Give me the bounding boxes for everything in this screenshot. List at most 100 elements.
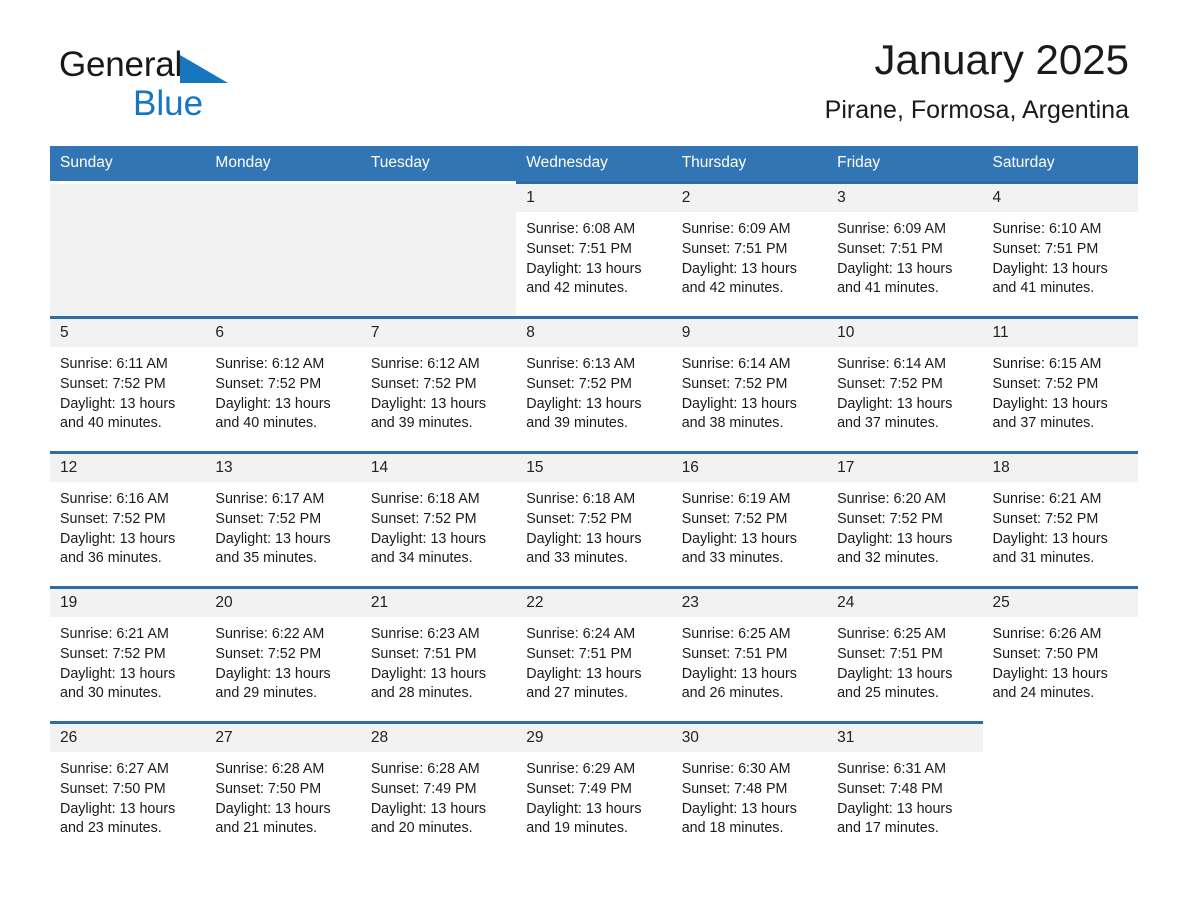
calendar-body: 1 Sunrise: 6:08 AM Sunset: 7:51 PM Dayli… xyxy=(50,181,1138,858)
day-cell[interactable]: 4 Sunrise: 6:10 AM Sunset: 7:51 PM Dayli… xyxy=(982,181,1138,318)
day-number: 2 xyxy=(671,184,828,212)
sunrise-text: Sunrise: 6:12 AM xyxy=(370,356,480,372)
day-cell[interactable]: 2 Sunrise: 6:09 AM Sunset: 7:51 PM Dayli… xyxy=(671,181,828,318)
sunset-text: Sunset: 7:51 PM xyxy=(992,240,1099,257)
day-cell-empty xyxy=(50,181,206,318)
sunrise-text: Sunrise: 6:30 AM xyxy=(681,761,791,777)
sunset-text: Sunset: 7:48 PM xyxy=(681,780,788,797)
day-cell[interactable]: 25 Sunrise: 6:26 AM Sunset: 7:50 PM Dayl… xyxy=(982,586,1138,723)
day-number: 7 xyxy=(360,319,517,347)
day-cell[interactable]: 17 Sunrise: 6:20 AM Sunset: 7:52 PM Dayl… xyxy=(827,451,983,588)
day-cell[interactable]: 10 Sunrise: 6:14 AM Sunset: 7:52 PM Dayl… xyxy=(827,316,983,453)
day-cell[interactable]: 7 Sunrise: 6:12 AM Sunset: 7:52 PM Dayli… xyxy=(360,316,517,453)
sunset-text: Sunset: 7:49 PM xyxy=(526,780,632,797)
day-cell[interactable]: 22 Sunrise: 6:24 AM Sunset: 7:51 PM Dayl… xyxy=(516,586,672,723)
daylight-text: Daylight: 13 hours and 21 minutes. xyxy=(215,800,331,837)
title-block: January 2025 Pirane, Formosa, Argentina xyxy=(824,36,1129,125)
day-cell[interactable]: 15 Sunrise: 6:18 AM Sunset: 7:52 PM Dayl… xyxy=(516,451,672,588)
sunset-text: Sunset: 7:52 PM xyxy=(215,645,322,662)
day-cell[interactable]: 31 Sunrise: 6:31 AM Sunset: 7:48 PM Dayl… xyxy=(827,721,983,858)
day-cell[interactable]: 12 Sunrise: 6:16 AM Sunset: 7:52 PM Dayl… xyxy=(50,451,206,588)
month-calendar: Sunday Monday Tuesday Wednesday Thursday… xyxy=(50,146,1138,858)
day-cell[interactable]: 3 Sunrise: 6:09 AM Sunset: 7:51 PM Dayli… xyxy=(827,181,983,318)
day-cell[interactable]: 5 Sunrise: 6:11 AM Sunset: 7:52 PM Dayli… xyxy=(50,316,206,453)
sunrise-text: Sunrise: 6:29 AM xyxy=(526,761,636,777)
day-cell[interactable]: 30 Sunrise: 6:30 AM Sunset: 7:48 PM Dayl… xyxy=(671,721,828,858)
weekday-header-tuesday: Tuesday xyxy=(360,146,517,183)
day-cell[interactable]: 16 Sunrise: 6:19 AM Sunset: 7:52 PM Dayl… xyxy=(671,451,828,588)
day-cell[interactable]: 9 Sunrise: 6:14 AM Sunset: 7:52 PM Dayli… xyxy=(671,316,828,453)
day-number xyxy=(50,184,206,212)
sunset-text: Sunset: 7:51 PM xyxy=(526,645,632,662)
day-number: 25 xyxy=(982,589,1138,617)
generalblue-logo[interactable]: General Blue xyxy=(59,47,299,123)
day-number: 16 xyxy=(671,454,828,482)
daylight-text: Daylight: 13 hours and 42 minutes. xyxy=(681,260,797,297)
weekday-header-row: Sunday Monday Tuesday Wednesday Thursday… xyxy=(50,146,1138,183)
day-info: Sunrise: 6:22 AM Sunset: 7:52 PM Dayligh… xyxy=(205,617,360,704)
daylight-text: Daylight: 13 hours and 25 minutes. xyxy=(837,665,953,702)
day-info: Sunrise: 6:15 AM Sunset: 7:52 PM Dayligh… xyxy=(983,347,1138,434)
sunset-text: Sunset: 7:52 PM xyxy=(526,375,632,392)
day-cell[interactable]: 19 Sunrise: 6:21 AM Sunset: 7:52 PM Dayl… xyxy=(50,586,206,723)
weekday-header-saturday: Saturday xyxy=(982,146,1138,183)
daylight-text: Daylight: 13 hours and 36 minutes. xyxy=(60,530,176,567)
day-cell[interactable]: 11 Sunrise: 6:15 AM Sunset: 7:52 PM Dayl… xyxy=(982,316,1138,453)
page-title: January 2025 xyxy=(874,36,1129,83)
sunset-text: Sunset: 7:50 PM xyxy=(60,780,166,797)
day-info: Sunrise: 6:10 AM Sunset: 7:51 PM Dayligh… xyxy=(983,212,1138,299)
day-number: 5 xyxy=(50,319,206,347)
day-cell[interactable]: 26 Sunrise: 6:27 AM Sunset: 7:50 PM Dayl… xyxy=(50,721,206,858)
day-number: 24 xyxy=(827,589,983,617)
daylight-text: Daylight: 13 hours and 40 minutes. xyxy=(60,395,176,432)
weekday-header-thursday: Thursday xyxy=(671,146,828,183)
day-cell[interactable]: 23 Sunrise: 6:25 AM Sunset: 7:51 PM Dayl… xyxy=(671,586,828,723)
sunset-text: Sunset: 7:52 PM xyxy=(215,510,322,527)
daylight-text: Daylight: 13 hours and 20 minutes. xyxy=(370,800,487,837)
day-number: 6 xyxy=(205,319,361,347)
sunrise-text: Sunrise: 6:21 AM xyxy=(60,626,169,642)
calendar-week-row: 5 Sunrise: 6:11 AM Sunset: 7:52 PM Dayli… xyxy=(50,316,1138,453)
day-info: Sunrise: 6:25 AM Sunset: 7:51 PM Dayligh… xyxy=(672,617,827,704)
day-number: 3 xyxy=(827,184,983,212)
day-cell[interactable]: 18 Sunrise: 6:21 AM Sunset: 7:52 PM Dayl… xyxy=(982,451,1138,588)
day-cell[interactable]: 13 Sunrise: 6:17 AM Sunset: 7:52 PM Dayl… xyxy=(205,451,361,588)
daylight-text: Daylight: 13 hours and 17 minutes. xyxy=(837,800,953,837)
day-cell-empty xyxy=(205,181,361,318)
day-info: Sunrise: 6:18 AM Sunset: 7:52 PM Dayligh… xyxy=(361,482,516,569)
day-cell[interactable]: 21 Sunrise: 6:23 AM Sunset: 7:51 PM Dayl… xyxy=(360,586,517,723)
sunset-text: Sunset: 7:52 PM xyxy=(526,510,632,527)
day-cell[interactable]: 27 Sunrise: 6:28 AM Sunset: 7:50 PM Dayl… xyxy=(205,721,361,858)
daylight-text: Daylight: 13 hours and 33 minutes. xyxy=(526,530,642,567)
day-number: 10 xyxy=(827,319,983,347)
sunrise-text: Sunrise: 6:26 AM xyxy=(992,626,1102,642)
sunset-text: Sunset: 7:52 PM xyxy=(60,645,166,662)
day-cell[interactable]: 28 Sunrise: 6:28 AM Sunset: 7:49 PM Dayl… xyxy=(360,721,517,858)
day-cell[interactable]: 1 Sunrise: 6:08 AM Sunset: 7:51 PM Dayli… xyxy=(516,181,672,318)
day-cell[interactable]: 29 Sunrise: 6:29 AM Sunset: 7:49 PM Dayl… xyxy=(516,721,672,858)
sunrise-text: Sunrise: 6:24 AM xyxy=(526,626,636,642)
day-info: Sunrise: 6:28 AM Sunset: 7:49 PM Dayligh… xyxy=(361,752,516,839)
page-subtitle: Pirane, Formosa, Argentina xyxy=(824,96,1129,125)
daylight-text: Daylight: 13 hours and 41 minutes. xyxy=(992,260,1108,297)
day-cell[interactable]: 14 Sunrise: 6:18 AM Sunset: 7:52 PM Dayl… xyxy=(360,451,517,588)
sunrise-text: Sunrise: 6:09 AM xyxy=(681,221,791,237)
daylight-text: Daylight: 13 hours and 26 minutes. xyxy=(681,665,797,702)
day-info: Sunrise: 6:28 AM Sunset: 7:50 PM Dayligh… xyxy=(205,752,360,839)
day-info: Sunrise: 6:21 AM Sunset: 7:52 PM Dayligh… xyxy=(50,617,205,704)
sunrise-text: Sunrise: 6:18 AM xyxy=(370,491,480,507)
day-info: Sunrise: 6:26 AM Sunset: 7:50 PM Dayligh… xyxy=(983,617,1138,704)
sunset-text: Sunset: 7:52 PM xyxy=(681,510,788,527)
sunset-text: Sunset: 7:51 PM xyxy=(370,645,477,662)
sunrise-text: Sunrise: 6:22 AM xyxy=(215,626,325,642)
day-cell[interactable]: 6 Sunrise: 6:12 AM Sunset: 7:52 PM Dayli… xyxy=(205,316,361,453)
weekday-header-friday: Friday xyxy=(827,146,983,183)
day-cell[interactable]: 8 Sunrise: 6:13 AM Sunset: 7:52 PM Dayli… xyxy=(516,316,672,453)
day-info: Sunrise: 6:09 AM Sunset: 7:51 PM Dayligh… xyxy=(672,212,827,299)
day-cell[interactable]: 24 Sunrise: 6:25 AM Sunset: 7:51 PM Dayl… xyxy=(827,586,983,723)
daylight-text: Daylight: 13 hours and 34 minutes. xyxy=(370,530,487,567)
day-info: Sunrise: 6:29 AM Sunset: 7:49 PM Dayligh… xyxy=(516,752,671,839)
daylight-text: Daylight: 13 hours and 37 minutes. xyxy=(992,395,1108,432)
sunset-text: Sunset: 7:50 PM xyxy=(215,780,322,797)
day-cell[interactable]: 20 Sunrise: 6:22 AM Sunset: 7:52 PM Dayl… xyxy=(205,586,361,723)
